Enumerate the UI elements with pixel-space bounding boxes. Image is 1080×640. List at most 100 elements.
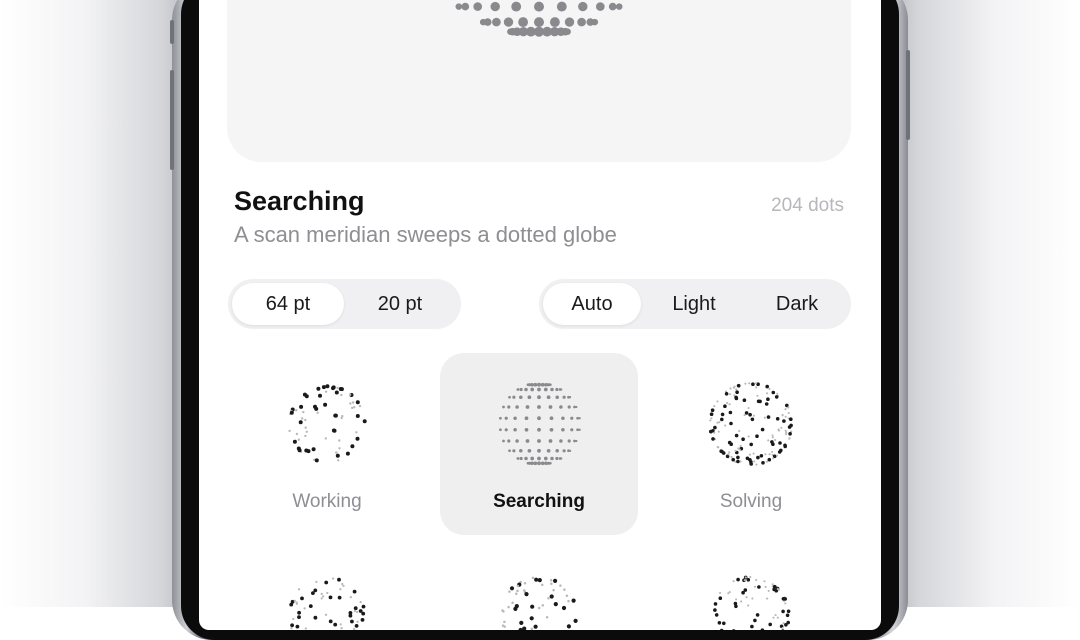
globe-dot [783, 597, 787, 601]
globe-dot [517, 388, 520, 391]
globe-dot [359, 405, 361, 407]
globe-dot [534, 383, 538, 387]
globe-dot [780, 427, 782, 429]
globe-dot [563, 29, 568, 34]
globe-dot [761, 428, 765, 432]
animation-tile-working[interactable]: Working [228, 353, 426, 535]
globe-dot [756, 456, 760, 460]
globe-dot [772, 583, 774, 585]
animation-tile-partial[interactable] [711, 575, 791, 630]
globe-dot [524, 457, 528, 461]
globe-dot [744, 588, 748, 592]
globe-dot [516, 590, 519, 593]
globe-dot [720, 418, 724, 422]
globe-dot [731, 458, 735, 462]
globe-dot [293, 440, 297, 444]
globe-dot [566, 594, 569, 597]
globe-dot [749, 462, 753, 466]
globe-dot [751, 418, 755, 422]
animation-tile-solving[interactable]: Solving [652, 353, 850, 535]
globe-dot [575, 406, 577, 408]
globe-dot [544, 457, 548, 461]
globe-dot [755, 386, 757, 388]
size-option-64[interactable]: 64 pt [232, 283, 344, 325]
globe-dot [547, 597, 550, 600]
globe-dot [537, 4, 542, 9]
globe-dot [511, 2, 521, 12]
globe-dot [744, 414, 746, 416]
globe-dot [729, 422, 733, 426]
globe-dot [351, 407, 353, 409]
globe-dot [559, 439, 563, 443]
globe-dot [788, 437, 790, 439]
theme-option-light[interactable]: Light [641, 283, 747, 325]
globe-dot [473, 2, 482, 11]
globe-dot [772, 457, 774, 459]
globe-dot [784, 602, 786, 604]
globe-dot [769, 453, 771, 455]
globe-dot [550, 416, 554, 420]
globe-dot [461, 3, 469, 11]
globe-dot [316, 387, 320, 391]
globe-dot [294, 600, 296, 602]
globe-dot [734, 450, 736, 452]
globe-dot [549, 439, 553, 443]
globe-dot [723, 404, 727, 408]
globe-dot [610, 4, 615, 9]
globe-dot [350, 620, 354, 624]
globe-dot [554, 602, 558, 606]
theme-segmented-control: Auto Light Dark [539, 279, 851, 329]
globe-dot [325, 384, 329, 388]
globe-dot [745, 411, 749, 415]
globe-dot [747, 578, 751, 582]
globe-dot [745, 576, 747, 578]
globe-dot [356, 611, 358, 613]
globe-dot [531, 628, 534, 630]
globe-dot [515, 439, 519, 443]
globe-dot [323, 403, 327, 407]
globe-dot [553, 20, 558, 25]
globe-dot [541, 383, 545, 387]
globe-dot [340, 627, 342, 629]
animation-tile-partial[interactable] [499, 575, 579, 630]
globe-dot [537, 383, 541, 387]
globe-dot [766, 598, 768, 600]
animation-tile-partial[interactable] [287, 575, 367, 630]
globe-dot [356, 414, 360, 418]
globe-dot [772, 617, 774, 619]
globe-dot [298, 439, 300, 441]
globe-dot [743, 398, 747, 402]
globe-dot [524, 592, 528, 596]
globe-dot [346, 452, 350, 456]
globe-dot [734, 461, 736, 463]
globe-dot [525, 428, 529, 432]
globe-dot [340, 394, 342, 396]
globe-dot [515, 405, 519, 409]
globe-dot [329, 596, 333, 600]
searching-globe-icon [496, 381, 582, 467]
globe-dot [572, 599, 576, 603]
globe-dot [515, 604, 519, 608]
globe-dot [729, 387, 731, 389]
globe-dot [335, 451, 337, 453]
globe-dot [349, 611, 353, 615]
size-option-20[interactable]: 20 pt [344, 283, 456, 325]
globe-dot [305, 627, 307, 629]
globe-dot [555, 388, 558, 391]
theme-option-auto[interactable]: Auto [543, 283, 641, 325]
globe-dot [777, 428, 779, 430]
globe-dot [502, 406, 505, 409]
globe-dot [574, 619, 578, 623]
globe-dot [728, 451, 730, 453]
globe-dot [567, 624, 571, 628]
animation-subtitle: A scan meridian sweeps a dotted globe [234, 222, 617, 248]
globe-dot [561, 428, 565, 432]
globe-dot [534, 625, 538, 629]
globe-dot [729, 403, 731, 405]
globe-dot [518, 17, 528, 27]
globe-dot [355, 431, 357, 433]
theme-option-dark[interactable]: Dark [747, 283, 847, 325]
globe-dot [501, 609, 504, 612]
globe-dot [782, 419, 786, 423]
animation-tile-searching[interactable]: Searching [440, 353, 638, 535]
